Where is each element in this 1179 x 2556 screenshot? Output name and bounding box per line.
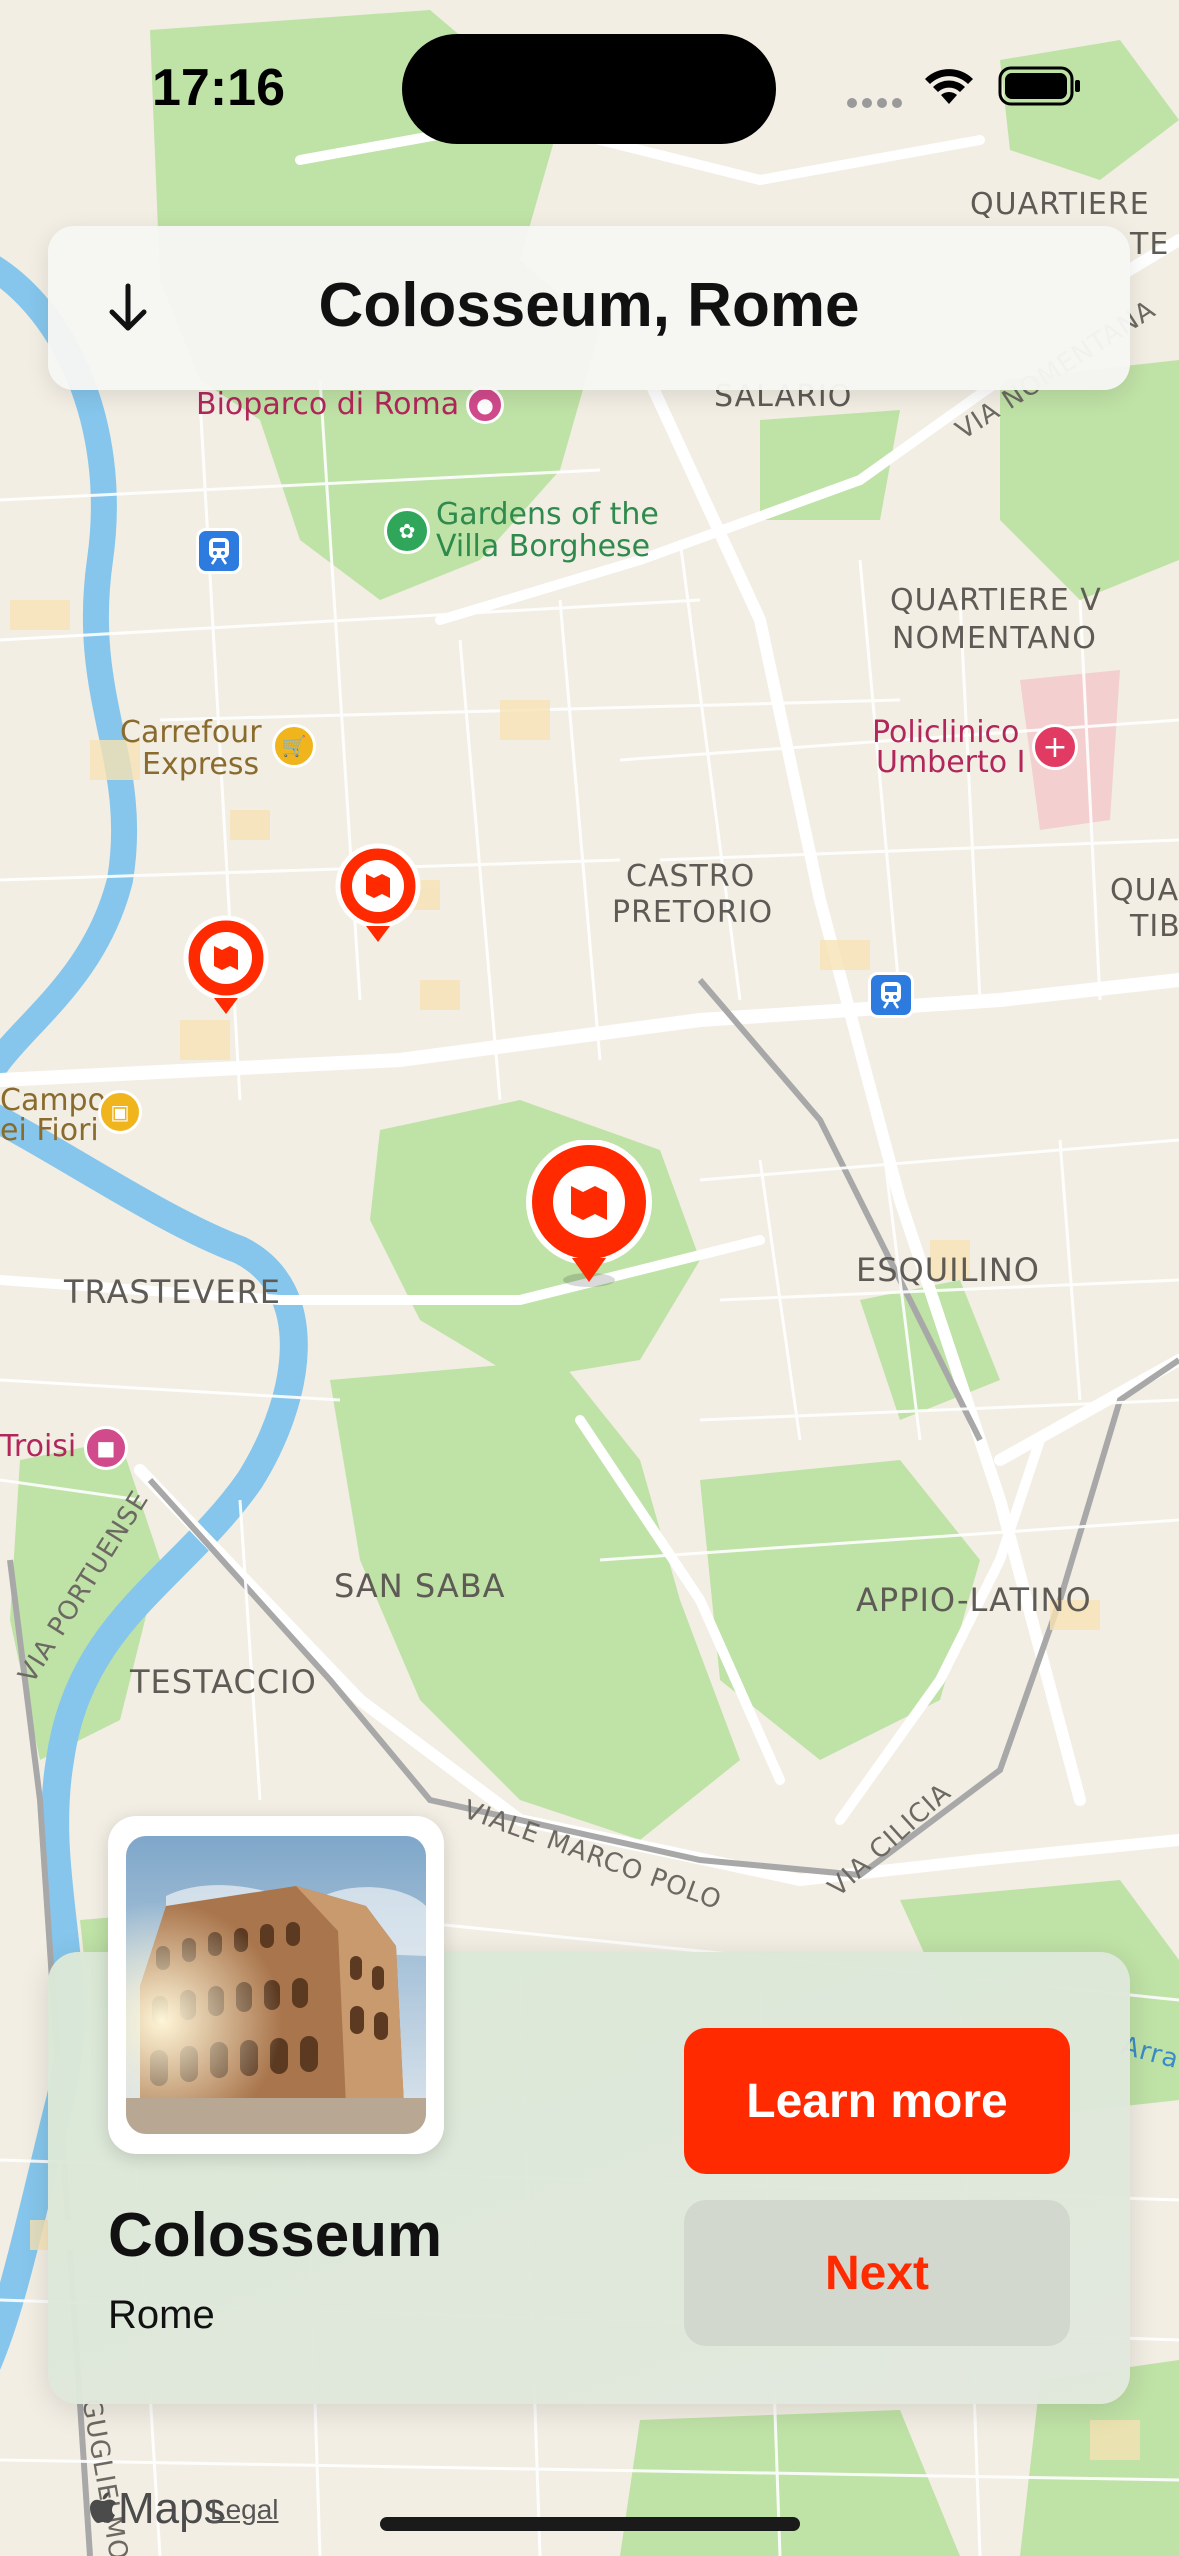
district-label: PRETORIO bbox=[612, 895, 774, 930]
flower-icon[interactable]: ✿ bbox=[384, 508, 430, 554]
district-label: SAN SABA bbox=[334, 1567, 506, 1605]
map-pin-icon[interactable] bbox=[334, 842, 422, 951]
place-name: Colosseum bbox=[108, 2201, 443, 2270]
train-icon[interactable] bbox=[868, 972, 914, 1018]
elephant-icon[interactable]: ● bbox=[466, 386, 504, 424]
wifi-icon bbox=[922, 64, 976, 113]
selected-map-pin-icon[interactable] bbox=[524, 1139, 654, 1295]
status-bar: 17:16 bbox=[0, 0, 1179, 150]
district-label: TE bbox=[1130, 227, 1170, 262]
district-label: NOMENTANO bbox=[892, 621, 1097, 656]
camera-icon[interactable]: ■ bbox=[84, 1426, 128, 1470]
poi-label: Troisi bbox=[0, 1429, 77, 1464]
district-label: QUAR bbox=[1110, 873, 1179, 908]
learn-more-button[interactable]: Learn more bbox=[684, 2028, 1070, 2174]
apple-icon bbox=[90, 2492, 116, 2523]
next-button[interactable]: Next bbox=[684, 2200, 1070, 2346]
district-label: TRASTEVERE bbox=[64, 1273, 282, 1311]
place-thumbnail[interactable] bbox=[108, 1816, 444, 2154]
poi-label: Villa Borghese bbox=[436, 529, 651, 564]
poi-label: Bioparco di Roma bbox=[196, 387, 460, 422]
district-label: TIB bbox=[1130, 909, 1179, 944]
cart-icon[interactable]: 🛒 bbox=[272, 724, 316, 768]
district-label: APPIO-LATINO bbox=[856, 1581, 1092, 1619]
bag-icon[interactable]: ▣ bbox=[98, 1090, 142, 1134]
poi-label: Umberto I bbox=[876, 745, 1026, 780]
dynamic-island bbox=[402, 34, 776, 144]
train-icon[interactable] bbox=[196, 528, 242, 574]
map-pin-icon[interactable] bbox=[182, 914, 270, 1023]
district-label: QUARTIERE bbox=[970, 187, 1150, 222]
status-time: 17:16 bbox=[152, 59, 285, 117]
place-city: Rome bbox=[108, 2293, 215, 2337]
district-label: TESTACCIO bbox=[130, 1663, 317, 1701]
screen: QUARTIERE TE SALARIO VIA NOMENTANA Biopa… bbox=[0, 0, 1179, 2556]
colosseum-image bbox=[126, 1836, 426, 2134]
page-title: Colosseum, Rome bbox=[318, 271, 860, 340]
signal-dots-icon bbox=[846, 96, 906, 115]
apple-maps-logo: Maps bbox=[88, 2484, 226, 2534]
location-header: Colosseum, Rome bbox=[48, 226, 1130, 390]
district-label: CASTRO bbox=[626, 859, 756, 894]
district-label: QUARTIERE V bbox=[890, 583, 1102, 618]
home-indicator[interactable] bbox=[380, 2517, 800, 2531]
battery-icon bbox=[998, 66, 1082, 111]
district-label: ESQUILINO bbox=[856, 1251, 1040, 1289]
poi-label: Express bbox=[142, 747, 260, 782]
legal-link[interactable]: Legal bbox=[210, 2494, 279, 2526]
poi-label: ei Fiori bbox=[0, 1113, 99, 1148]
hospital-icon[interactable]: + bbox=[1032, 724, 1078, 770]
